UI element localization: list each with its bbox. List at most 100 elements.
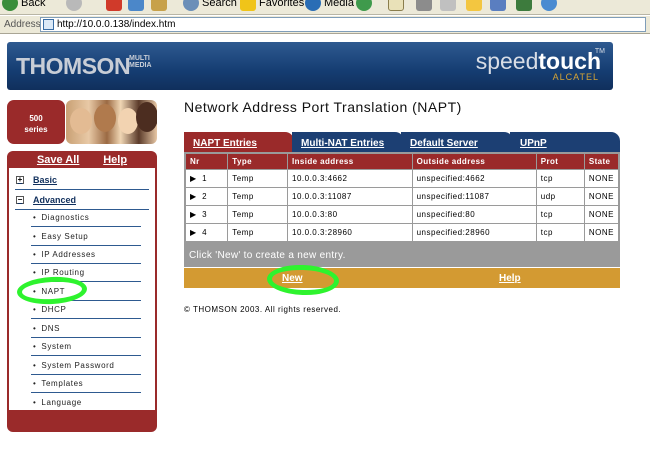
divider bbox=[31, 337, 141, 338]
speedtouch-light: speed bbox=[475, 48, 539, 74]
divider bbox=[31, 355, 141, 356]
inside-address-cell: 10.0.0.3:28960 bbox=[288, 224, 412, 241]
tab-bar: NAPT Entries Multi-NAT Entries Default S… bbox=[184, 132, 620, 152]
home-icon bbox=[151, 0, 167, 11]
protocol-cell: udp bbox=[536, 188, 584, 205]
menu-item-language[interactable]: Language bbox=[33, 398, 82, 407]
protocol-cell: tcp bbox=[536, 170, 584, 187]
address-bar: Address http://10.0.0.138/index.htm bbox=[0, 16, 650, 34]
table-row[interactable]: ▶ 2 Temp 10.0.0.3:11087 unspecified:1108… bbox=[186, 188, 618, 205]
triangle-right-icon[interactable]: ▶ bbox=[190, 228, 197, 237]
favorites-button[interactable]: Favorites bbox=[240, 0, 304, 12]
inside-address-cell: 10.0.0.3:11087 bbox=[288, 188, 412, 205]
type-cell: Temp bbox=[228, 188, 287, 205]
menu-item-system-password[interactable]: System Password bbox=[33, 361, 114, 370]
inside-address-cell: 10.0.0.3:4662 bbox=[288, 170, 412, 187]
search-button[interactable]: Search bbox=[183, 0, 237, 12]
person-image bbox=[94, 104, 116, 132]
protocol-cell: tcp bbox=[536, 224, 584, 241]
discuss-button[interactable] bbox=[490, 0, 506, 12]
folder-button[interactable] bbox=[466, 0, 482, 12]
mail-icon bbox=[388, 0, 404, 11]
thomson-logo: THOMSON bbox=[16, 53, 131, 79]
url-input[interactable]: http://10.0.0.138/index.htm bbox=[40, 17, 646, 32]
menu-item-diagnostics[interactable]: Diagnostics bbox=[33, 213, 89, 222]
table-row[interactable]: ▶ 3 Temp 10.0.0.3:80 unspecified:80 tcp … bbox=[186, 206, 618, 223]
menu-item-dhcp[interactable]: DHCP bbox=[33, 305, 66, 314]
mail-button[interactable] bbox=[388, 0, 404, 12]
divider bbox=[15, 209, 149, 210]
main-content: Network Address Port Translation (NAPT) … bbox=[184, 99, 620, 314]
divider bbox=[31, 226, 141, 227]
print-button[interactable] bbox=[416, 0, 432, 12]
edit-button[interactable] bbox=[440, 0, 456, 12]
tab-multi-nat-entries[interactable]: Multi-NAT Entries bbox=[292, 132, 404, 152]
type-cell: Temp bbox=[228, 206, 287, 223]
research-button[interactable] bbox=[541, 0, 557, 12]
help-link[interactable]: Help bbox=[499, 273, 521, 284]
star-icon bbox=[240, 0, 256, 11]
alcatel-logo: ALCATEL bbox=[552, 72, 599, 82]
menu-item-easy-setup[interactable]: Easy Setup bbox=[33, 232, 88, 241]
row-number-cell: ▶ 2 bbox=[186, 188, 228, 205]
table-row[interactable]: ▶ 1 Temp 10.0.0.3:4662 unspecified:4662 … bbox=[186, 170, 618, 187]
messenger-button[interactable] bbox=[516, 0, 532, 12]
folder-icon bbox=[466, 0, 482, 11]
header-photo bbox=[66, 100, 157, 144]
series-number: 500 bbox=[29, 114, 43, 123]
copyright-text: © THOMSON 2003. All rights reserved. bbox=[184, 305, 342, 314]
stop-button[interactable] bbox=[106, 0, 122, 12]
tab-napt-entries[interactable]: NAPT Entries bbox=[184, 132, 294, 152]
menu-group-basic[interactable]: + Basic bbox=[16, 175, 57, 185]
multimedia-logo: MULTI MEDIA bbox=[129, 55, 152, 69]
media-button[interactable]: Media bbox=[305, 0, 354, 12]
media-icon bbox=[305, 0, 321, 11]
refresh-button[interactable] bbox=[128, 0, 144, 12]
table-row[interactable]: ▶ 4 Temp 10.0.0.3:28960 unspecified:2896… bbox=[186, 224, 618, 241]
menu-item-ip-routing[interactable]: IP Routing bbox=[33, 268, 85, 277]
header-banner: THOMSON MULTI MEDIA speedtouch TM ALCATE… bbox=[7, 42, 613, 90]
sidebar-help-link[interactable]: Help bbox=[103, 154, 127, 166]
menu-item-templates[interactable]: Templates bbox=[33, 379, 83, 388]
protocol-cell: tcp bbox=[536, 206, 584, 223]
menu-group-label[interactable]: Advanced bbox=[33, 195, 76, 205]
back-button[interactable]: Back bbox=[2, 0, 45, 12]
row-number: 2 bbox=[202, 192, 208, 201]
messenger-icon bbox=[516, 0, 532, 11]
row-number-cell: ▶ 3 bbox=[186, 206, 228, 223]
history-button[interactable] bbox=[356, 0, 372, 12]
menu-item-ip-addresses[interactable]: IP Addresses bbox=[33, 250, 96, 259]
outside-address-cell: unspecified:4662 bbox=[412, 170, 536, 187]
triangle-right-icon[interactable]: ▶ bbox=[190, 192, 197, 201]
save-all-link[interactable]: Save All bbox=[37, 154, 79, 166]
person-image bbox=[70, 108, 92, 134]
person-image bbox=[136, 102, 157, 132]
page-title: Network Address Port Translation (NAPT) bbox=[184, 99, 462, 115]
menu-group-label[interactable]: Basic bbox=[33, 175, 57, 185]
refresh-icon bbox=[128, 0, 144, 11]
research-icon bbox=[541, 0, 557, 11]
divider bbox=[31, 263, 141, 264]
state-cell: NONE bbox=[584, 170, 618, 187]
tab-upnp[interactable]: UPnP bbox=[510, 132, 620, 152]
column-header: Nr bbox=[186, 154, 228, 169]
expand-icon[interactable]: + bbox=[16, 176, 24, 184]
menu-item-dns[interactable]: DNS bbox=[33, 324, 60, 333]
forward-button[interactable] bbox=[66, 0, 82, 12]
inside-address-cell: 10.0.0.3:80 bbox=[288, 206, 412, 223]
speedtouch-logo: speedtouch bbox=[476, 48, 601, 75]
collapse-icon[interactable]: − bbox=[16, 196, 24, 204]
tab-default-server[interactable]: Default Server bbox=[401, 132, 513, 152]
row-number-cell: ▶ 1 bbox=[186, 170, 228, 187]
state-cell: NONE bbox=[584, 206, 618, 223]
type-cell: Temp bbox=[228, 224, 287, 241]
menu-group-advanced[interactable]: − Advanced bbox=[16, 195, 76, 205]
trademark-mark: TM bbox=[594, 48, 605, 55]
home-button[interactable] bbox=[151, 0, 167, 12]
type-cell: Temp bbox=[228, 170, 287, 187]
triangle-right-icon[interactable]: ▶ bbox=[190, 174, 197, 183]
menu-item-system[interactable]: System bbox=[33, 342, 72, 351]
column-header: State bbox=[584, 154, 618, 169]
triangle-right-icon[interactable]: ▶ bbox=[190, 210, 197, 219]
discuss-icon bbox=[490, 0, 506, 11]
